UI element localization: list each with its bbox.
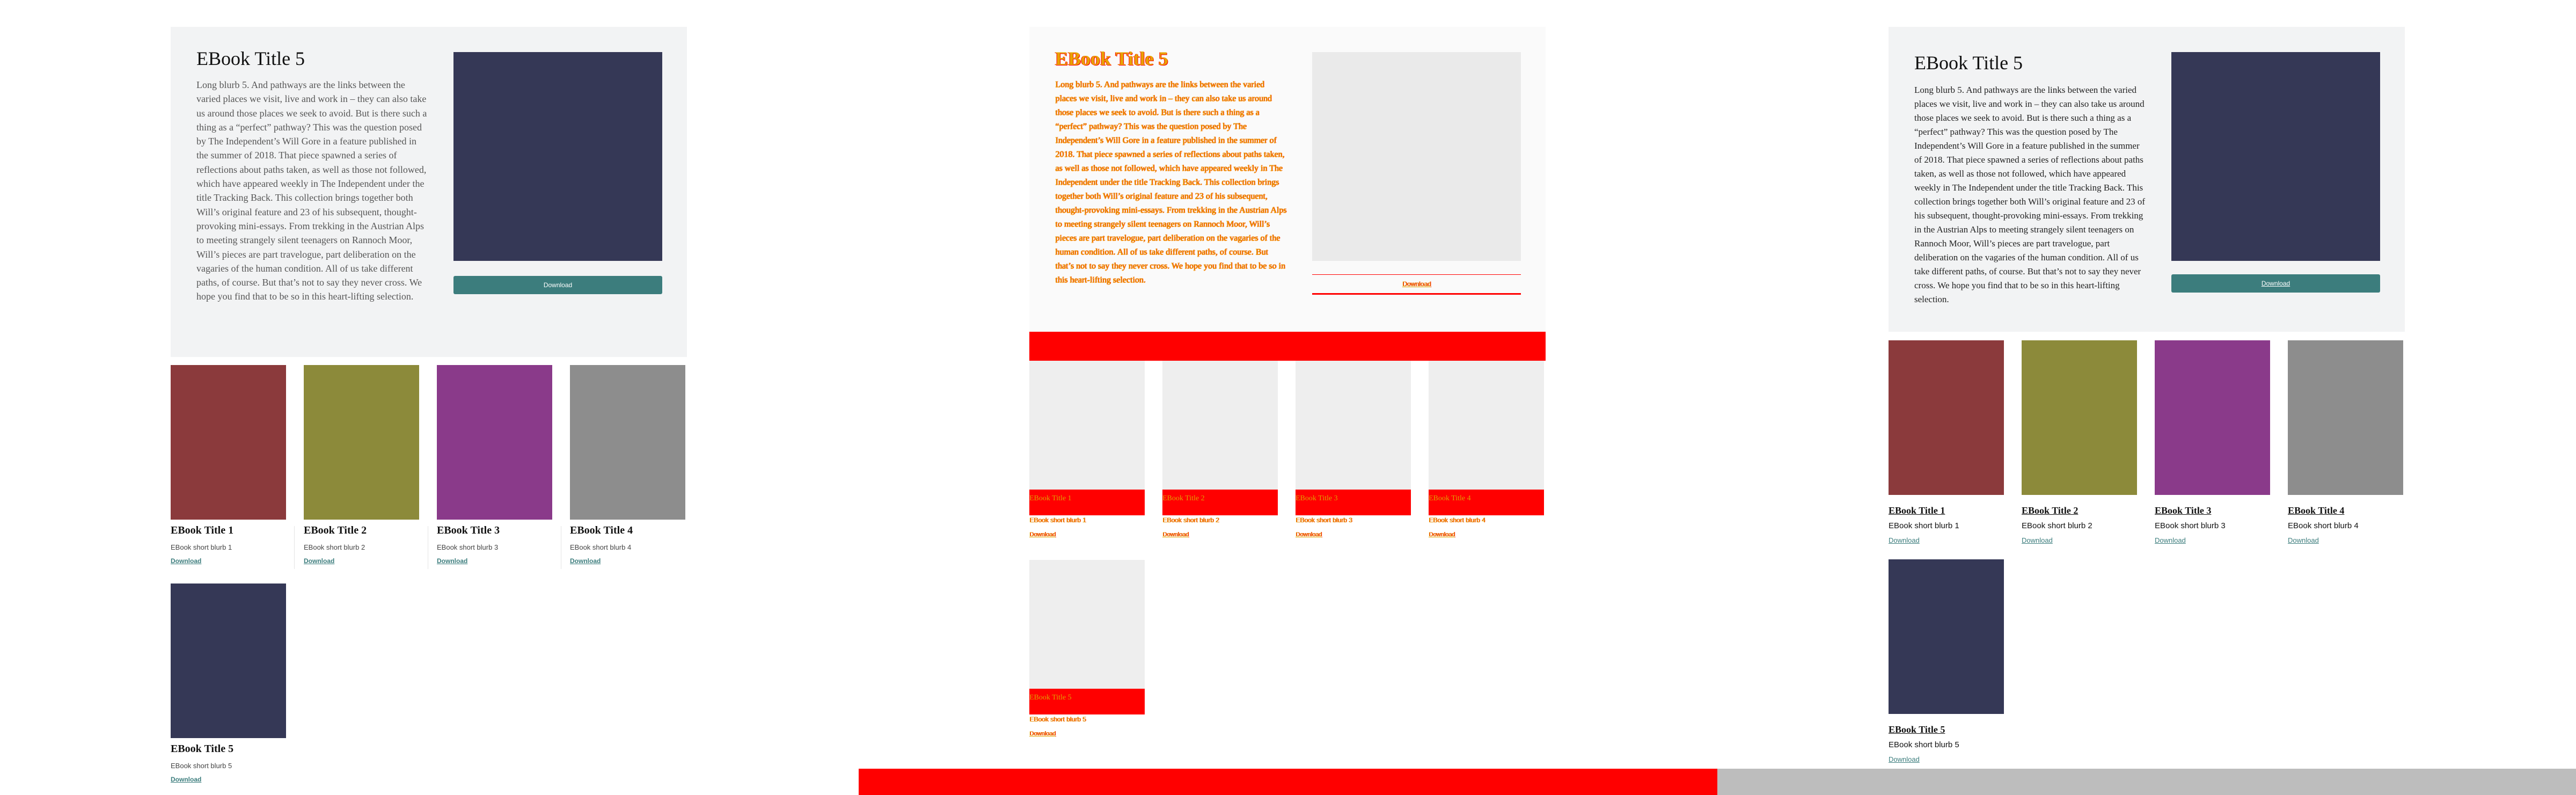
ebook-download-link[interactable]: Download: [1429, 531, 1455, 538]
ebook-title: EBook Title 5: [1029, 694, 1072, 702]
featured-ebook-blurb: Long blurb 5. And pathways are the links…: [196, 79, 427, 302]
ebook-blurb: EBook short blurb 2: [2022, 521, 2092, 530]
layout-view-default: EBook Title 5 Long blurb 5. And pathways…: [0, 0, 859, 795]
ebook-cover[interactable]: [437, 365, 552, 520]
ebook-blurb: EBook short blurb 4: [570, 543, 632, 551]
ebook-cover[interactable]: [570, 365, 685, 520]
featured-download-button[interactable]: Download: [453, 276, 662, 294]
ebook-download-link[interactable]: Download: [171, 557, 201, 565]
ebook-blurb: EBook short blurb 5: [171, 762, 232, 770]
ebook-title[interactable]: EBook Title 3: [2155, 505, 2211, 516]
layout-view-alternate: EBook Title 5 Long blurb 5. And pathways…: [1717, 0, 2576, 795]
ebook-blurb: EBook short blurb 2: [304, 543, 365, 551]
ebook-title[interactable]: EBook Title 2: [2022, 505, 2078, 516]
ebook-blurb: EBook short blurb 1: [1889, 521, 1959, 530]
ebook-download-link[interactable]: Download: [2022, 536, 2053, 544]
ebook-blurb: EBook short blurb 3: [437, 543, 499, 551]
ebook-download-link[interactable]: Download: [1889, 755, 1920, 763]
ebook-blurb: EBook short blurb 5: [1029, 716, 1086, 723]
status-bar: [1717, 769, 2576, 795]
status-bar-highlight: [859, 769, 1717, 795]
ebook-download-link[interactable]: Download: [437, 557, 467, 565]
ebook-title[interactable]: EBook Title 4: [2288, 505, 2344, 516]
ebook-cover[interactable]: [2022, 340, 2137, 495]
featured-ebook-cover: [453, 52, 662, 261]
ebook-title: EBook Title 1: [171, 524, 234, 536]
ebook-title[interactable]: EBook Title 1: [1889, 505, 1945, 516]
ebook-title: EBook Title 4: [1429, 494, 1471, 502]
ebook-cover[interactable]: [171, 365, 286, 520]
ebook-download-link[interactable]: Download: [304, 557, 334, 565]
ebook-download-link[interactable]: Download: [2155, 536, 2186, 544]
ebook-title: EBook Title 4: [570, 524, 633, 536]
featured-ebook-title: EBook Title 5: [196, 48, 305, 69]
featured-ebook-blurb: Long blurb 5. And pathways are the links…: [1055, 80, 1287, 285]
layout-view-highlighted: EBook Title 5 Long blurb 5. And pathways…: [859, 0, 1717, 795]
ebook-cover[interactable]: [2155, 340, 2270, 495]
grid-divider: [294, 526, 295, 569]
ebook-download-link[interactable]: Download: [1029, 531, 1056, 538]
ebook-title: EBook Title 3: [1296, 494, 1338, 502]
ebook-download-link[interactable]: Download: [1296, 531, 1322, 538]
ebook-title: EBook Title 3: [437, 524, 500, 536]
ebook-blurb: EBook short blurb 3: [2155, 521, 2226, 530]
ebook-blurb: EBook short blurb 2: [1162, 516, 1219, 524]
ebook-blurb: EBook short blurb 1: [1029, 516, 1086, 524]
ebook-download-link[interactable]: Download: [1162, 531, 1189, 538]
featured-ebook-card: EBook Title 5 Long blurb 5. And pathways…: [171, 27, 687, 357]
featured-ebook-card: EBook Title 5 Long blurb 5. And pathways…: [1029, 27, 1546, 332]
featured-ebook-blurb: Long blurb 5. And pathways are the links…: [1914, 85, 2146, 304]
featured-download-button[interactable]: Download: [2171, 274, 2380, 293]
featured-download-button[interactable]: Download: [1312, 274, 1521, 295]
ebook-blurb: EBook short blurb 3: [1296, 516, 1352, 524]
ebook-blurb: EBook short blurb 4: [2288, 521, 2359, 530]
ebook-download-link[interactable]: Download: [1029, 731, 1056, 737]
ebook-download-link[interactable]: Download: [1889, 536, 1920, 544]
ebook-download-link[interactable]: Download: [171, 776, 201, 783]
ebook-cover[interactable]: [2288, 340, 2403, 495]
featured-ebook-cover: [2171, 52, 2380, 261]
ebook-title: EBook Title 2: [1162, 494, 1205, 502]
ebook-title: EBook Title 2: [304, 524, 367, 536]
ebook-title: EBook Title 1: [1029, 494, 1072, 502]
featured-ebook-cover: [1312, 52, 1521, 261]
featured-ebook-title: EBook Title 5: [1055, 48, 1168, 69]
ebook-title[interactable]: EBook Title 5: [1889, 724, 1945, 735]
ebook-cover[interactable]: [304, 365, 419, 520]
ebook-blurb: EBook short blurb 5: [1889, 740, 1959, 749]
ebook-cover[interactable]: [171, 584, 286, 738]
ebook-download-link[interactable]: Download: [2288, 536, 2319, 544]
ebook-cover[interactable]: [1889, 559, 2004, 714]
highlight-band: [1029, 332, 1546, 361]
ebook-blurb: EBook short blurb 4: [1429, 516, 1485, 524]
ebook-title: EBook Title 5: [171, 743, 234, 755]
featured-ebook-title: EBook Title 5: [1914, 52, 2023, 74]
ebook-download-link[interactable]: Download: [570, 557, 601, 565]
ebook-blurb: EBook short blurb 1: [171, 543, 232, 551]
ebook-cover[interactable]: [1889, 340, 2004, 495]
featured-ebook-card: EBook Title 5 Long blurb 5. And pathways…: [1889, 27, 2405, 332]
